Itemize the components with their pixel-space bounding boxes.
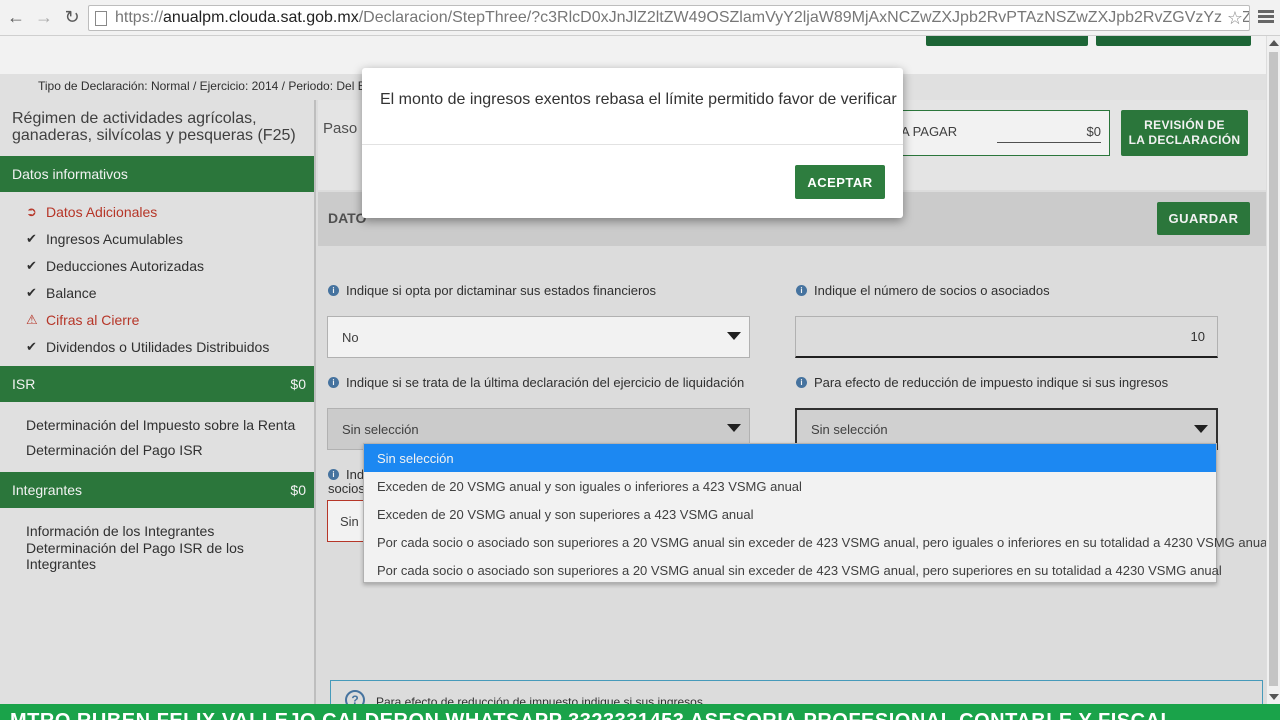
back-arrow-icon[interactable]: ← [4,6,28,30]
modal-divider [362,144,903,145]
hamburger-menu-icon[interactable] [1258,8,1274,28]
aceptar-button[interactable]: ACEPTAR [795,165,885,199]
alert-modal: El monto de ingresos exentos rebasa el l… [362,68,903,218]
url-host: anualpm.clouda.sat.gob.mx [163,9,359,26]
bookmark-star-icon[interactable]: ☆ [1222,8,1243,29]
scroll-down-icon[interactable] [1269,694,1279,700]
page-scrollbar[interactable] [1266,36,1280,704]
scroll-thumb[interactable] [1269,52,1278,686]
banner-text: MTRO RUBEN FELIX VALLEJO CALDERON WHATSA… [10,710,1173,720]
modal-message: El monto de ingresos exentos rebasa el l… [380,91,897,108]
url-prefix: https:// [115,9,164,26]
address-bar[interactable]: https://anualpm.clouda.sat.gob.mx/Declar… [88,5,1250,31]
url-path: /Declaracion/StepThree/?c3RlcD0xJnJlZ2lt… [358,9,1249,26]
page-icon [95,10,107,26]
browser-toolbar: ← → ↻ https://anualpm.clouda.sat.gob.mx /… [0,0,1280,36]
reload-icon[interactable]: ↻ [60,6,84,30]
watermark-banner: MTRO RUBEN FELIX VALLEJO CALDERON WHATSA… [0,704,1280,720]
scroll-up-icon[interactable] [1269,40,1279,46]
forward-arrow-icon[interactable]: → [32,6,56,30]
